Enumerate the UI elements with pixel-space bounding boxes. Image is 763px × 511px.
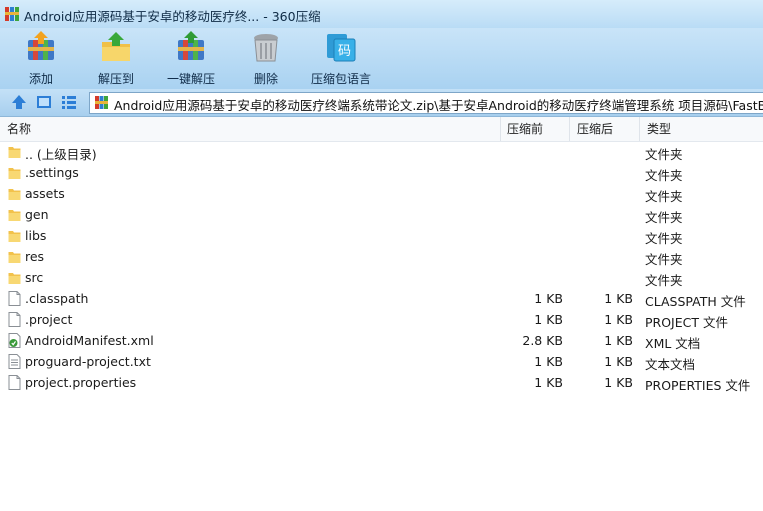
file-type: 文件夹 <box>645 147 683 162</box>
file-type: CLASSPATH 文件 <box>645 294 746 309</box>
file-name: res <box>25 249 45 264</box>
file-row[interactable]: AndroidManifest.xml 2.8 KB 1 KB XML 文档 <box>0 330 763 351</box>
file-list: .. (上级目录) 文件夹 .settings 文件夹 assets 文件夹 gen 文件夹 l… <box>0 141 763 393</box>
file-row[interactable]: gen 文件夹 <box>0 204 763 225</box>
360zip-app-icon <box>5 7 19 21</box>
svg-text:码: 码 <box>338 44 351 59</box>
column-name[interactable]: 名称 <box>0 117 501 141</box>
folder-icon <box>8 207 21 222</box>
file-size-before: 1 KB <box>534 375 563 390</box>
file-row[interactable]: .. (上级目录) 文件夹 <box>0 141 763 162</box>
file-name: .classpath <box>25 291 89 306</box>
folder-icon <box>8 144 21 159</box>
file-row[interactable]: .classpath 1 KB 1 KB CLASSPATH 文件 <box>0 288 763 309</box>
extract-to-button[interactable]: 解压到 <box>81 28 151 89</box>
file-icon <box>8 291 21 306</box>
file-type: PROPERTIES 文件 <box>645 378 751 393</box>
folder-icon <box>8 270 21 285</box>
file-name: .. (上级目录) <box>25 147 97 162</box>
delete-trash-icon <box>254 34 278 62</box>
file-row[interactable]: project.properties 1 KB 1 KB PROPERTIES 文件 <box>0 372 763 393</box>
file-row[interactable]: src 文件夹 <box>0 267 763 288</box>
one-click-extract-button[interactable]: 一键解压 <box>156 28 226 89</box>
file-type: 文件夹 <box>645 231 683 246</box>
zip-file-icon <box>95 96 108 109</box>
window-title: Android应用源码基于安卓的移动医疗终... - 360压缩 <box>24 9 321 24</box>
delete-button[interactable]: 删除 <box>231 28 301 89</box>
list-view-icon[interactable] <box>60 93 78 111</box>
extract-to-icon <box>102 32 130 61</box>
archive-language-icon: 码 <box>327 34 356 62</box>
title-bar: Android应用源码基于安卓的移动医疗终... - 360压缩 <box>0 0 763 28</box>
file-icon <box>8 375 21 390</box>
one-click-extract-icon <box>178 31 204 60</box>
archive-language-label: 压缩包语言 <box>310 72 371 86</box>
file-name: libs <box>25 228 47 243</box>
toolbar: 添加 解压到 一键解压 删除 码 压缩包语言 <box>0 28 763 89</box>
file-size-after: 1 KB <box>604 291 633 306</box>
file-size-after: 1 KB <box>604 312 633 327</box>
address-row: Android应用源码基于安卓的移动医疗终端系统带论文.zip\基于安卓Andr… <box>0 89 763 117</box>
file-size-before: 1 KB <box>534 291 563 306</box>
file-size-before: 1 KB <box>534 312 563 327</box>
file-row[interactable]: proguard-project.txt 1 KB 1 KB 文本文档 <box>0 351 763 372</box>
file-row[interactable]: .project 1 KB 1 KB PROJECT 文件 <box>0 309 763 330</box>
address-path: Android应用源码基于安卓的移动医疗终端系统带论文.zip\基于安卓Andr… <box>114 98 763 113</box>
folder-icon <box>8 249 21 264</box>
file-type: 文件夹 <box>645 189 683 204</box>
file-type: 文件夹 <box>645 210 683 225</box>
file-row[interactable]: .settings 文件夹 <box>0 162 763 183</box>
folder-icon <box>8 186 21 201</box>
file-type: 文件夹 <box>645 273 683 288</box>
file-size-after: 1 KB <box>604 333 633 348</box>
column-type[interactable]: 类型 <box>640 117 762 141</box>
add-button[interactable]: 添加 <box>6 28 76 89</box>
folder-icon <box>8 228 21 243</box>
thumbnail-view-icon[interactable] <box>35 93 53 111</box>
file-name: gen <box>25 207 49 222</box>
file-size-before: 1 KB <box>534 354 563 369</box>
address-bar[interactable]: Android应用源码基于安卓的移动医疗终端系统带论文.zip\基于安卓Andr… <box>89 92 763 114</box>
file-size-after: 1 KB <box>604 354 633 369</box>
file-icon <box>8 312 21 327</box>
file-row[interactable]: libs 文件夹 <box>0 225 763 246</box>
column-size-after[interactable]: 压缩后 <box>570 117 640 141</box>
folder-icon <box>8 165 21 180</box>
file-size-before: 2.8 KB <box>522 333 563 348</box>
column-header: 名称 压缩前 压缩后 类型 <box>0 117 763 142</box>
file-type: XML 文档 <box>645 336 701 351</box>
archive-language-button[interactable]: 码 压缩包语言 <box>306 28 376 89</box>
file-row[interactable]: assets 文件夹 <box>0 183 763 204</box>
file-name: assets <box>25 186 65 201</box>
file-size-after: 1 KB <box>604 375 633 390</box>
file-name: .project <box>25 312 73 327</box>
file-row[interactable]: res 文件夹 <box>0 246 763 267</box>
file-name: project.properties <box>25 375 137 390</box>
file-name: src <box>25 270 44 285</box>
xml-file-icon <box>8 333 21 348</box>
file-name: AndroidManifest.xml <box>25 333 154 348</box>
file-name: .settings <box>25 165 79 180</box>
text-file-icon <box>8 354 21 369</box>
up-arrow-icon[interactable] <box>10 93 28 111</box>
file-type: 文本文档 <box>645 357 696 372</box>
file-type: 文件夹 <box>645 252 683 267</box>
file-name: proguard-project.txt <box>25 354 151 369</box>
add-archive-icon <box>28 31 54 60</box>
file-type: PROJECT 文件 <box>645 315 728 330</box>
column-size-before[interactable]: 压缩前 <box>500 117 570 141</box>
file-type: 文件夹 <box>645 168 683 183</box>
